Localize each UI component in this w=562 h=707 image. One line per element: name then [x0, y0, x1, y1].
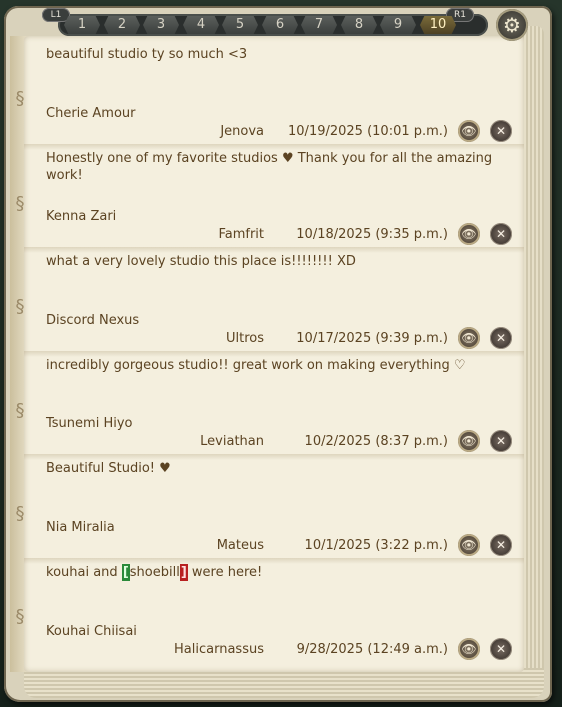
tab-page-10[interactable]: 10	[420, 16, 456, 34]
entry-date: 10/1/2025 (3:22 p.m.)	[304, 538, 448, 553]
page-tabs: L1 R1 1 2 3 4 5 6 7 8 9 10	[38, 6, 488, 36]
entry-message: kouhai and [shoebill] were here!	[46, 564, 516, 581]
tab-page-3[interactable]: 3	[143, 16, 179, 34]
entries-page: beautiful studio ty so much <3 Cherie Am…	[24, 36, 524, 672]
entry-world: Ultros	[225, 331, 264, 346]
tab-page-8[interactable]: 8	[341, 16, 377, 34]
tab-page-2[interactable]: 2	[104, 16, 140, 34]
entry-message: Honestly one of my favorite studios ♥ Th…	[46, 151, 493, 183]
tab-page-1[interactable]: 1	[64, 16, 100, 34]
entry-author: Discord Nexus	[46, 313, 140, 328]
tab-page-4[interactable]: 4	[183, 16, 219, 34]
close-icon[interactable]: ✕	[490, 223, 512, 245]
eye-icon[interactable]: 👁	[458, 327, 480, 349]
eye-icon[interactable]: 👁	[458, 120, 480, 142]
tab-page-6[interactable]: 6	[262, 16, 298, 34]
entry-author: Tsunemi Hiyo	[46, 416, 133, 431]
entry-world: Mateus	[216, 538, 264, 553]
tab-page-5[interactable]: 5	[222, 16, 258, 34]
entry-author: Nia Miralia	[46, 520, 115, 535]
eye-icon[interactable]: 👁	[458, 223, 480, 245]
page-edges-bottom	[24, 668, 544, 698]
entry-date: 10/2/2025 (8:37 p.m.)	[304, 434, 448, 449]
entry-author: Kenna Zari	[46, 209, 117, 224]
entry-message: beautiful studio ty so much <3	[46, 47, 248, 62]
entry-date: 10/17/2025 (9:39 p.m.)	[296, 331, 448, 346]
entry-message-part: kouhai and	[46, 565, 122, 580]
entry-date: 9/28/2025 (12:49 a.m.)	[296, 642, 448, 657]
eye-icon[interactable]: 👁	[458, 638, 480, 660]
eye-icon[interactable]: 👁	[458, 430, 480, 452]
tab-page-7[interactable]: 7	[301, 16, 337, 34]
entry-author: Kouhai Chiisai	[46, 624, 137, 639]
entry-world: Halicarnassus	[174, 642, 264, 657]
entry-author: Cherie Amour	[46, 106, 136, 121]
shoulder-l1[interactable]: L1	[42, 8, 70, 22]
close-icon[interactable]: ✕	[490, 120, 512, 142]
link-bracket-open: [	[121, 564, 130, 581]
entry-message: what a very lovely studio this place is!…	[46, 254, 356, 269]
entry-date: 10/19/2025 (10:01 p.m.)	[288, 124, 448, 139]
entry-world: Jenova	[220, 124, 264, 139]
close-icon[interactable]: ✕	[490, 638, 512, 660]
eye-icon[interactable]: 👁	[458, 534, 480, 556]
gear-icon[interactable]: ⚙	[496, 9, 528, 41]
link-bracket-close: ]	[179, 564, 188, 581]
close-icon[interactable]: ✕	[490, 430, 512, 452]
guestbook-window: § § § § § § beautiful studio ty so much …	[4, 6, 552, 702]
entry-date: 10/18/2025 (9:35 p.m.)	[296, 227, 448, 242]
entry-message-part: shoebill	[129, 565, 180, 580]
entry-world: Leviathan	[200, 434, 264, 449]
entry-message: Beautiful Studio! ♥	[46, 461, 171, 476]
entry-world: Famfrit	[218, 227, 264, 242]
entry-message: incredibly gorgeous studio!! great work …	[46, 358, 466, 373]
close-icon[interactable]: ✕	[490, 534, 512, 556]
close-icon[interactable]: ✕	[490, 327, 512, 349]
entry-message-part: were here!	[187, 565, 263, 580]
tab-page-9[interactable]: 9	[380, 16, 416, 34]
